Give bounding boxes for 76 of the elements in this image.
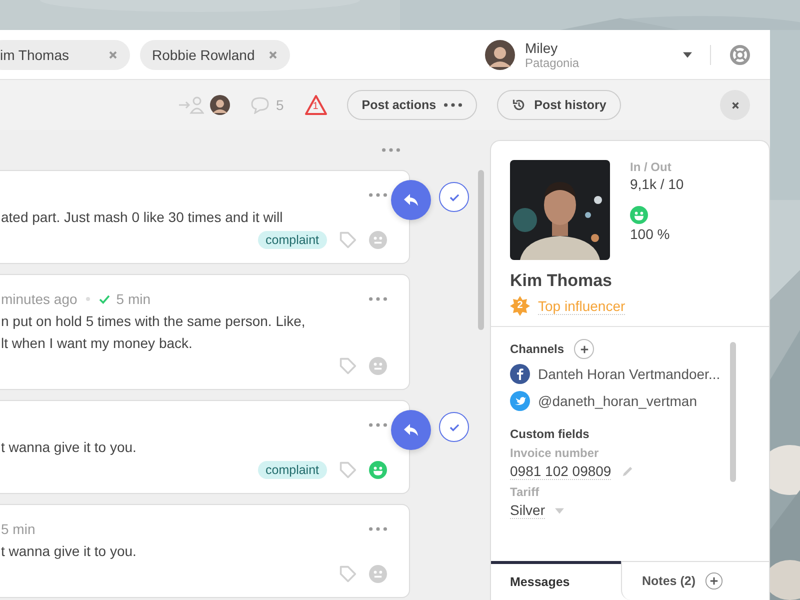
message-time: 5 min	[1, 521, 36, 537]
tab[interactable]: Notes (2)	[621, 562, 769, 600]
reply-button[interactable]	[391, 180, 431, 220]
rank-badge: 2	[510, 296, 530, 316]
check-button[interactable]	[439, 412, 469, 442]
more-icon[interactable]	[369, 423, 387, 427]
reply-button[interactable]	[391, 410, 431, 450]
field-value[interactable]: Silver	[510, 502, 546, 519]
avatar	[485, 40, 515, 70]
check-icon	[448, 192, 460, 202]
field-label: Invoice number	[510, 446, 600, 460]
plus-icon	[580, 344, 589, 354]
neutral-face-icon[interactable]	[369, 357, 387, 375]
user-organization: Patagonia	[525, 56, 580, 70]
close-icon[interactable]	[108, 50, 118, 60]
check-button[interactable]	[439, 182, 469, 212]
open-tab[interactable]: im Thomas	[0, 40, 130, 70]
smiley-icon[interactable]	[369, 461, 387, 479]
tag[interactable]: complaint	[258, 231, 327, 249]
user-name: Miley	[525, 40, 559, 56]
reply-icon	[403, 193, 419, 207]
tag-icon[interactable]	[339, 461, 357, 479]
scrollbar[interactable]	[730, 342, 736, 482]
open-tab[interactable]: Robbie Rowland	[140, 40, 290, 70]
warning-icon[interactable]	[304, 94, 328, 116]
close-button[interactable]	[720, 90, 750, 120]
scrollbar[interactable]	[478, 170, 484, 330]
message-text: t wanna give it to you.	[1, 438, 138, 457]
message-text: ated part. Just mash 0 like 30 times and it will	[1, 208, 284, 227]
comment-icon[interactable]	[250, 96, 270, 114]
profile-name: Kim Thomas	[510, 271, 614, 291]
more-icon[interactable]	[369, 527, 387, 531]
post-history-button[interactable]: Post history	[497, 90, 622, 120]
more-icon[interactable]	[369, 193, 387, 197]
close-icon	[730, 100, 740, 110]
neutral-face-icon[interactable]	[369, 231, 387, 249]
channel-name[interactable]: @daneth_horan_vertman	[538, 392, 697, 408]
caret-icon[interactable]	[683, 52, 692, 58]
bird-icon	[510, 390, 530, 410]
satisfaction-value: 100 %	[630, 226, 671, 242]
post-actions-button[interactable]: Post actions	[346, 90, 478, 120]
field-label: Tariff	[510, 485, 540, 499]
more-icon[interactable]	[369, 297, 387, 301]
close-icon[interactable]	[268, 50, 278, 60]
custom-fields-title: Custom fields	[510, 427, 590, 441]
check-icon	[99, 294, 110, 304]
neutral-face-icon[interactable]	[369, 565, 387, 583]
message-text: lt when I want my money back.	[1, 334, 194, 353]
tag-icon[interactable]	[339, 357, 357, 375]
tag-icon[interactable]	[339, 565, 357, 583]
help-icon[interactable]	[729, 44, 751, 66]
response-time: 5 min	[116, 291, 151, 307]
alert-count: 1	[312, 101, 318, 113]
tab[interactable]: Messages	[491, 561, 621, 600]
facebook-icon	[510, 364, 530, 384]
tag[interactable]: complaint	[258, 461, 327, 479]
stats-label: In / Out	[630, 160, 672, 174]
message-text: t wanna give it to you.	[1, 542, 138, 561]
reply-icon	[403, 423, 419, 437]
channels-title: Channels	[510, 342, 564, 356]
more-icon	[444, 103, 462, 107]
avatar	[210, 95, 230, 115]
history-icon	[512, 98, 526, 112]
message-text: n put on hold 5 times with the same person. Like,	[1, 312, 306, 331]
stats-value: 9,1k / 10	[630, 176, 684, 192]
add-icon[interactable]	[705, 572, 724, 590]
add-button[interactable]	[574, 339, 594, 359]
channel-name[interactable]: Danteh Horan Vertmandoer...	[538, 366, 720, 382]
pencil-icon[interactable]	[621, 465, 634, 478]
more-icon[interactable]	[382, 148, 400, 152]
assign-icon[interactable]	[178, 96, 204, 114]
check-icon	[448, 422, 460, 432]
field-value[interactable]: 0981 102 09809	[510, 463, 612, 480]
comment-count: 5	[276, 97, 284, 113]
tag-icon[interactable]	[339, 231, 357, 249]
message-time: minutes ago	[1, 291, 78, 307]
